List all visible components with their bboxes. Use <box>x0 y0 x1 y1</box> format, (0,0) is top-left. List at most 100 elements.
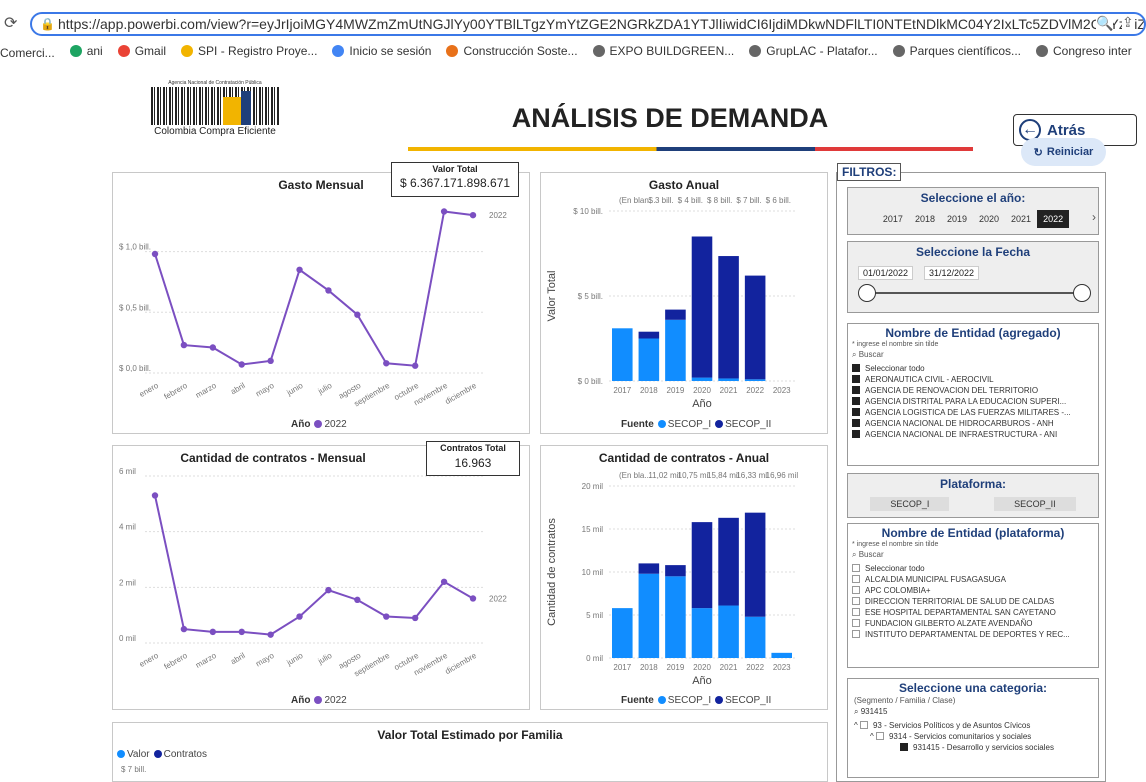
x-tick-label: 2019 <box>667 386 685 395</box>
list-item[interactable]: ALCALDIA MUNICIPAL FUSAGASUGA <box>852 574 1098 585</box>
checkbox[interactable] <box>852 586 860 594</box>
entity-agg-search[interactable]: ⌕ Buscar <box>852 350 1094 360</box>
checkbox[interactable] <box>875 732 884 740</box>
reset-icon: ↻ <box>1033 146 1043 159</box>
bookmark-label: Gmail <box>134 44 167 58</box>
data-point <box>180 341 188 349</box>
list-item[interactable]: Seleccionar todo <box>852 563 1098 574</box>
lock-icon: 🔒 <box>40 17 55 31</box>
list-item[interactable]: DIRECCION TERRITORIAL DE SALUD DE CALDAS <box>852 596 1098 607</box>
bookmark-favicon-icon <box>892 45 905 57</box>
checkbox-checked[interactable] <box>852 419 860 427</box>
list-item[interactable]: FUNDACION GILBERTO ALZATE AVENDAÑO <box>852 618 1098 629</box>
list-item[interactable]: Seleccionar todo <box>852 363 1098 374</box>
legend-dot <box>314 696 323 705</box>
entity-plat-hint: * ingrese el nombre sin tilde <box>852 541 939 548</box>
year-option-2020[interactable]: 2020 <box>973 210 1005 228</box>
kpi-label: Valor Total <box>432 164 478 174</box>
bar-segment <box>665 576 686 658</box>
checkbox[interactable] <box>859 721 868 729</box>
checkbox[interactable] <box>852 619 860 627</box>
checkbox[interactable] <box>852 575 860 583</box>
bar-segment <box>718 378 739 381</box>
bar-total-label: $ 6 bill. <box>766 196 791 205</box>
y-axis-title: Valor Total <box>546 271 558 322</box>
year-option-2017[interactable]: 2017 <box>877 210 909 228</box>
bookmark-item[interactable]: ani <box>69 44 103 58</box>
legend-label: SECOP_II <box>725 695 772 706</box>
year-option-2018[interactable]: 2018 <box>909 210 941 228</box>
checkbox-checked[interactable] <box>852 430 860 438</box>
navigation-arrow-icon[interactable]: ⟳ <box>4 13 17 33</box>
category-search[interactable]: ⌕ 931415 <box>854 707 1092 717</box>
list-item[interactable]: AGENCIA NACIONAL DE INFRAESTRUCTURA - AN… <box>852 429 1098 440</box>
checkbox[interactable] <box>852 608 860 616</box>
checkbox-checked[interactable] <box>900 743 908 751</box>
list-item[interactable]: AGENCIA DISTRITAL PARA LA EDUCACION SUPE… <box>852 396 1098 407</box>
list-item[interactable]: ESE HOSPITAL DEPARTAMENTAL SAN CAYETANO <box>852 607 1098 618</box>
tree-node-segment[interactable]: ^ 93 - Servicios Políticos y de Asuntos … <box>854 720 1098 731</box>
date-from-input[interactable]: 01/01/2022 <box>858 266 914 280</box>
tree-label: 931415 - Desarrollo y servicios sociales <box>913 743 1054 752</box>
list-item[interactable]: AERONAUTICA CIVIL - AEROCIVIL <box>852 374 1098 385</box>
year-option-2021[interactable]: 2021 <box>1005 210 1037 228</box>
share-icon[interactable]: ⇪ <box>1122 14 1134 31</box>
bookmark-item[interactable]: SPI - Registro Proye... <box>181 44 317 58</box>
bookmark-label: Construcción Soste... <box>463 44 578 58</box>
x-tick-label: 2019 <box>667 663 685 672</box>
bar-segment <box>718 517 739 606</box>
checkbox[interactable] <box>852 564 860 572</box>
bookmark-item[interactable]: EXPO BUILDGREEN... <box>592 44 734 58</box>
year-option-2022[interactable]: 2022 <box>1037 210 1070 228</box>
data-point <box>296 266 303 273</box>
bookmark-item[interactable]: Construcción Soste... <box>446 44 578 58</box>
zoom-icon[interactable]: 🔍 <box>1096 15 1114 32</box>
list-item[interactable]: AGENCIA NACIONAL DE HIDROCARBUROS - ANH <box>852 418 1098 429</box>
bookmark-item[interactable]: Comerci... <box>0 46 55 60</box>
bookmark-item[interactable]: Parques científicos... <box>892 44 1021 58</box>
platform-option-secop-ii[interactable]: SECOP_II <box>994 497 1076 511</box>
year-option-2019[interactable]: 2019 <box>941 210 973 228</box>
list-item[interactable]: AGENCIA LOGISTICA DE LAS FUERZAS MILITAR… <box>852 407 1098 418</box>
entity-plat-title: Nombre de Entidad (plataforma) <box>881 526 1065 540</box>
next-chevron-icon[interactable]: › <box>1092 210 1096 224</box>
checkbox[interactable] <box>852 630 860 638</box>
x-tick-label: abril <box>229 651 247 666</box>
checkbox-checked[interactable] <box>852 397 860 405</box>
logo-barcode <box>151 87 279 125</box>
data-point <box>411 362 419 369</box>
address-bar[interactable]: 🔒 https://app.powerbi.com/view?r=eyJrIjo… <box>30 12 1146 36</box>
category-hint: (Segmento / Familia / Clase) <box>854 696 956 705</box>
bookmark-item[interactable]: Gmail <box>117 44 167 58</box>
checkbox-checked[interactable] <box>852 375 860 383</box>
checkbox-checked[interactable] <box>852 408 860 416</box>
filters-title: FILTROS: <box>837 163 902 181</box>
checkbox-checked[interactable] <box>852 364 860 372</box>
reset-button[interactable]: ↻ Reiniciar <box>1021 138 1106 166</box>
bar-total-label: (En bla... <box>619 471 651 480</box>
bookmark-item[interactable]: Congreso inter <box>1036 44 1132 58</box>
tree-node-class[interactable]: 931415 - Desarrollo y servicios sociales <box>900 742 1098 753</box>
entity-agg-hint: * ingrese el nombre sin tilde <box>852 341 939 348</box>
platform-filter: Plataforma: SECOP_I SECOP_II <box>847 473 1099 518</box>
tree-node-family[interactable]: ^ 9314 - Servicios comunitarios y social… <box>870 731 1098 742</box>
x-tick-label: 2020 <box>693 663 711 672</box>
list-item[interactable]: AGENCIA DE RENOVACION DEL TERRITORIO <box>852 385 1098 396</box>
checkbox-checked[interactable] <box>852 386 860 394</box>
entity-plat-search[interactable]: ⌕ Buscar <box>852 550 1094 560</box>
list-item[interactable]: APC COLOMBIA+ <box>852 585 1098 596</box>
y-tick-label: $ 0,5 bill. <box>119 303 151 312</box>
checkbox[interactable] <box>852 597 860 605</box>
platform-option-secop-i[interactable]: SECOP_I <box>870 497 950 511</box>
x-tick-label: 2022 <box>746 663 764 672</box>
bookmark-item[interactable]: GrupLAC - Platafor... <box>749 44 878 58</box>
bookmark-item[interactable]: Inicio se sesión <box>332 44 431 58</box>
gasto-mensual-chart: $ 0,0 bill. $ 0,5 bill. $ 1,0 bill. 2022 ene… <box>119 208 507 409</box>
bookmark-label: SPI - Registro Proye... <box>198 44 318 58</box>
x-tick-label: julio <box>316 651 334 667</box>
date-slider-start-handle[interactable] <box>858 284 876 302</box>
list-item[interactable]: INSTITUTO DEPARTAMENTAL DE DEPORTES Y RE… <box>852 629 1098 640</box>
date-slider-end-handle[interactable] <box>1073 284 1091 302</box>
date-to-input[interactable]: 31/12/2022 <box>924 266 980 280</box>
y-tick-label: 15 mil <box>582 525 604 534</box>
